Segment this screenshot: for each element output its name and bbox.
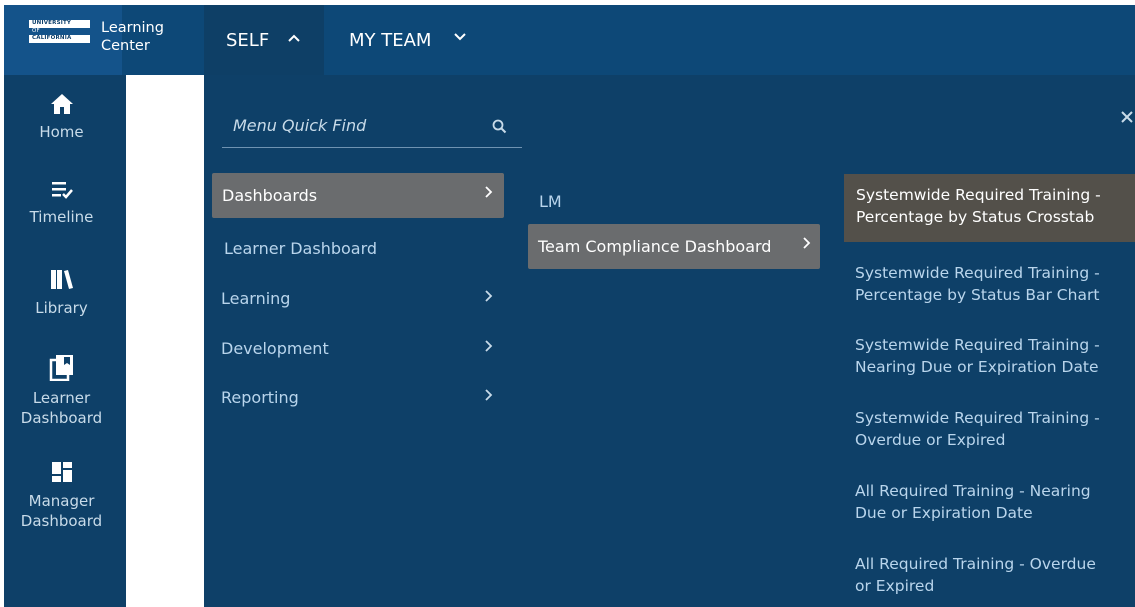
uc-logo-mark: UNIVERSITY OF CALIFORNIA	[29, 20, 90, 43]
report-link-label-line1: Systemwide Required Training -	[855, 264, 1100, 282]
sidenav-item-learner-dashboard[interactable]: Learner Dashboard	[4, 353, 119, 428]
report-link-systemwide-percentage-crosstab[interactable]: Systemwide Required Training - Percentag…	[844, 174, 1135, 242]
search-icon[interactable]	[492, 119, 507, 138]
menu-quick-find-input[interactable]	[222, 107, 483, 143]
uc-learning-center-logo[interactable]: UNIVERSITY OF CALIFORNIA Learning Center	[4, 5, 164, 75]
menu-quick-find	[222, 107, 522, 148]
nav-tab-my-team-label: MY TEAM	[349, 30, 432, 51]
menu-item-learning-label: Learning	[221, 289, 291, 308]
nav-tab-self-label: SELF	[226, 30, 270, 51]
sidenav-item-home-label: Home	[39, 123, 84, 141]
side-navigation: Home Timeline Library Learner Dashboard	[4, 75, 126, 607]
menu-item-learning[interactable]: Learning	[221, 289, 504, 313]
manager-dashboard-icon	[4, 460, 119, 489]
report-link-label-line1: Systemwide Required Training -	[855, 336, 1100, 354]
menu-item-dashboards[interactable]: Dashboards	[212, 173, 504, 218]
menu-item-learner-dashboard[interactable]: Learner Dashboard	[224, 239, 504, 263]
sidenav-item-library-label: Library	[35, 299, 88, 317]
report-link-systemwide-percentage-bar-chart[interactable]: Systemwide Required Training - Percentag…	[855, 262, 1133, 306]
report-link-label-line2: or Expired	[855, 577, 935, 595]
report-link-label-line2: Nearing Due or Expiration Date	[855, 358, 1099, 376]
mega-menu-panel: Dashboards Learner Dashboard Learning De…	[204, 75, 1135, 607]
menu-item-reporting[interactable]: Reporting	[221, 388, 504, 412]
report-link-label-line1: Systemwide Required Training -	[856, 186, 1101, 204]
menu-item-team-compliance-dashboard[interactable]: Team Compliance Dashboard	[528, 224, 820, 269]
sidenav-item-timeline[interactable]: Timeline	[4, 180, 119, 227]
chevron-right-icon	[484, 184, 494, 203]
report-link-systemwide-nearing-due[interactable]: Systemwide Required Training - Nearing D…	[855, 334, 1133, 378]
report-link-label-line2: Due or Expiration Date	[855, 504, 1033, 522]
product-name-line2: Center	[101, 38, 150, 54]
sidenav-item-library[interactable]: Library	[4, 267, 119, 318]
report-link-label-line2: Overdue or Expired	[855, 431, 1006, 449]
sidenav-item-learner-dashboard-label-line2: Dashboard	[20, 409, 103, 427]
sidenav-item-manager-dashboard[interactable]: Manager Dashboard	[4, 460, 119, 531]
chevron-up-icon	[287, 29, 301, 50]
timeline-icon	[4, 180, 119, 205]
menu-item-lm-label: LM	[539, 192, 562, 211]
report-link-all-nearing-due[interactable]: All Required Training - Nearing Due or E…	[855, 480, 1133, 524]
chevron-right-icon	[484, 387, 494, 406]
learner-dashboard-icon	[4, 353, 119, 386]
logo-of-text: OF	[32, 27, 40, 34]
menu-item-lm[interactable]: LM	[539, 192, 562, 211]
logo-california-text: CALIFORNIA	[29, 35, 90, 43]
report-link-label-line1: Systemwide Required Training -	[855, 409, 1100, 427]
menu-item-reporting-label: Reporting	[221, 388, 299, 407]
chevron-down-icon	[453, 30, 467, 48]
sidenav-item-manager-dashboard-label-line2: Dashboard	[20, 512, 103, 530]
menu-item-team-compliance-dashboard-label: Team Compliance Dashboard	[538, 237, 772, 256]
report-link-all-overdue[interactable]: All Required Training - Overdue or Expir…	[855, 553, 1133, 597]
product-name-line1: Learning	[101, 20, 164, 36]
chevron-right-icon	[802, 235, 812, 254]
sidenav-item-timeline-label: Timeline	[29, 208, 94, 226]
product-name: Learning Center	[101, 19, 164, 55]
home-icon	[4, 93, 119, 120]
chevron-right-icon	[484, 338, 494, 357]
report-link-systemwide-overdue[interactable]: Systemwide Required Training - Overdue o…	[855, 407, 1133, 451]
menu-item-dashboards-label: Dashboards	[222, 186, 318, 205]
nav-tab-self[interactable]: SELF	[204, 5, 324, 75]
chevron-right-icon	[484, 288, 494, 307]
sidenav-item-home[interactable]: Home	[4, 93, 119, 142]
menu-item-learner-dashboard-label: Learner Dashboard	[224, 239, 378, 258]
report-link-label-line2: Percentage by Status Crosstab	[856, 208, 1095, 226]
report-link-label-line1: All Required Training - Nearing	[855, 482, 1091, 500]
library-icon	[4, 267, 119, 296]
report-link-label: Systemwide Required Training - Percentag…	[856, 184, 1131, 228]
sidenav-item-learner-dashboard-label-line1: Learner	[32, 389, 91, 407]
app-window: UNIVERSITY OF CALIFORNIA Learning Center…	[4, 5, 1135, 607]
report-link-label-line2: Percentage by Status Bar Chart	[855, 286, 1100, 304]
top-bar: UNIVERSITY OF CALIFORNIA Learning Center…	[4, 5, 1135, 75]
report-link-label-line1: All Required Training - Overdue	[855, 555, 1096, 573]
close-icon[interactable]	[1120, 105, 1134, 129]
nav-tab-my-team[interactable]: MY TEAM	[324, 5, 474, 75]
sidenav-item-manager-dashboard-label-line1: Manager	[28, 492, 95, 510]
content-background	[126, 75, 204, 607]
logo-university-text: UNIVERSITY	[29, 20, 90, 28]
menu-item-development[interactable]: Development	[221, 339, 504, 363]
menu-item-development-label: Development	[221, 339, 329, 358]
